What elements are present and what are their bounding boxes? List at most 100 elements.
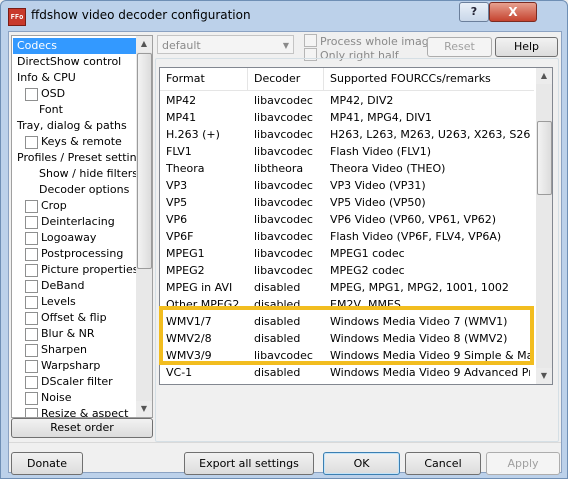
- codec-decoder-cell[interactable]: libavcodec: [254, 194, 326, 211]
- codec-remarks-cell: MPEG2 codec: [330, 264, 405, 277]
- codec-list-header: Format Decoder Supported FOURCCs/remarks: [160, 68, 534, 91]
- reset-button[interactable]: Reset: [427, 37, 492, 57]
- codec-row[interactable]: H.263 (+) libavcodec H263, L263, M263, U26…: [160, 126, 534, 143]
- reset-order-button[interactable]: Reset order: [11, 418, 153, 438]
- scroll-up-arrow-icon[interactable]: ▲: [136, 36, 152, 52]
- tree-item-checkbox[interactable]: [25, 200, 38, 213]
- codec-decoder-cell[interactable]: libavcodec: [254, 245, 326, 262]
- codec-decoder-cell[interactable]: disabled: [254, 296, 326, 313]
- codec-row[interactable]: MPEG in AVI disabled MPEG, MPG1, MPG2, 100…: [160, 279, 534, 296]
- codec-row[interactable]: WMV3/9 libavcodec Windows Media Video 9 Si…: [160, 347, 534, 364]
- tree-item-checkbox[interactable]: [25, 136, 38, 149]
- tree-item-label: DirectShow control: [17, 55, 122, 68]
- codec-decoder-cell[interactable]: disabled: [254, 313, 326, 330]
- codec-decoder-cell[interactable]: libavcodec: [254, 177, 326, 194]
- export-all-settings-button[interactable]: Export all settings: [184, 452, 314, 475]
- codec-decoder-cell[interactable]: libavcodec: [254, 109, 326, 126]
- codec-format-cell: H.263 (+): [166, 128, 220, 141]
- tree-item-checkbox[interactable]: [25, 232, 38, 245]
- preset-combo[interactable]: default ▼: [157, 35, 294, 54]
- codec-decoder-cell[interactable]: libtheora: [254, 160, 326, 177]
- apply-button[interactable]: Apply: [486, 452, 560, 475]
- tree-item-checkbox[interactable]: [25, 360, 38, 373]
- codec-decoder-cell[interactable]: libavcodec: [254, 211, 326, 228]
- scroll-up-arrow-icon[interactable]: ▲: [536, 68, 552, 84]
- tree-item-checkbox[interactable]: [25, 344, 38, 357]
- codec-remarks-cell: VP5 Video (VP50): [330, 196, 426, 209]
- tree-item-checkbox[interactable]: [25, 296, 38, 309]
- codec-decoder-cell[interactable]: libavcodec: [254, 228, 326, 245]
- codec-row[interactable]: WMV1/7 disabled Windows Media Video 7 (WMV…: [160, 313, 534, 330]
- bottom-button-bar: Donate Export all settings OK Cancel App…: [9, 442, 561, 475]
- tree-item-checkbox[interactable]: [25, 216, 38, 229]
- tree-item-label: Resize & aspect: [41, 407, 129, 418]
- codec-remarks-cell: H263, L263, M263, U263, X263, S26...: [330, 128, 530, 141]
- tree-item-checkbox[interactable]: [25, 280, 38, 293]
- tree-item[interactable]: Codecs: [13, 38, 137, 54]
- codec-format-cell: MPEG2: [166, 264, 205, 277]
- codec-decoder-cell[interactable]: libavcodec: [254, 262, 326, 279]
- codec-row[interactable]: Other MPEG2 disabled EM2V, MMES: [160, 296, 534, 313]
- codec-row[interactable]: VP6 libavcodec VP6 Video (VP60, VP61, VP62…: [160, 211, 534, 228]
- title-bar[interactable]: FFo ffdshow video decoder configuration …: [1, 1, 567, 31]
- tree-item-checkbox[interactable]: [25, 88, 38, 101]
- codec-decoder-cell[interactable]: libavcodec: [254, 143, 326, 160]
- codec-decoder-cell[interactable]: disabled: [254, 279, 326, 296]
- codec-row[interactable]: MP41 libavcodec MP41, MPG4, DIV1: [160, 109, 534, 126]
- cancel-button[interactable]: Cancel: [405, 452, 481, 475]
- codec-row[interactable]: VP3 libavcodec VP3 Video (VP31): [160, 177, 534, 194]
- scroll-down-arrow-icon[interactable]: ▼: [536, 368, 552, 384]
- codec-row[interactable]: WMV2/8 disabled Windows Media Video 8 (WMV…: [160, 330, 534, 347]
- codec-format-cell: MPEG in AVI: [166, 281, 233, 294]
- scroll-down-arrow-icon[interactable]: ▼: [136, 401, 152, 417]
- settings-tree[interactable]: Resize & aspect Noise DScaler filter Warpsh…: [11, 35, 153, 418]
- title-help-button[interactable]: ?: [459, 2, 489, 22]
- tree-item-label: Keys & remote: [41, 135, 122, 148]
- codec-row[interactable]: VP5 libavcodec VP5 Video (VP50): [160, 194, 534, 211]
- codec-row[interactable]: Theora libtheora Theora Video (THEO): [160, 160, 534, 177]
- codec-row[interactable]: MPEG2 libavcodec MPEG2 codec: [160, 262, 534, 279]
- column-header-format[interactable]: Format: [160, 68, 248, 90]
- tree-item-label: Sharpen: [41, 343, 87, 356]
- ok-button[interactable]: OK: [323, 452, 400, 475]
- codec-decoder-cell[interactable]: libavcodec: [254, 347, 326, 364]
- tree-scrollbar[interactable]: ▲ ▼: [136, 36, 152, 417]
- tree-item-checkbox[interactable]: [25, 328, 38, 341]
- tree-item-label: Logoaway: [41, 231, 97, 244]
- codec-remarks-cell: Flash Video (FLV1): [330, 145, 431, 158]
- codec-row[interactable]: FLV1 libavcodec Flash Video (FLV1): [160, 143, 534, 160]
- codec-decoder-cell[interactable]: disabled: [254, 330, 326, 347]
- list-scrollbar[interactable]: ▲ ▼: [536, 68, 552, 384]
- tree-item-label: Info & CPU: [17, 71, 76, 84]
- tree-item-checkbox[interactable]: [25, 408, 38, 417]
- tree-item-label: Decoder options: [39, 183, 130, 196]
- column-header-remarks[interactable]: Supported FOURCCs/remarks: [324, 68, 534, 90]
- tree-item-checkbox[interactable]: [25, 376, 38, 389]
- close-button[interactable]: X: [489, 2, 537, 22]
- codec-remarks-cell: MPEG1 codec: [330, 247, 405, 260]
- tree-item-checkbox[interactable]: [25, 312, 38, 325]
- codec-list[interactable]: Format Decoder Supported FOURCCs/remarks…: [159, 67, 553, 385]
- codec-decoder-cell[interactable]: libavcodec: [254, 92, 326, 109]
- help-button[interactable]: Help: [495, 37, 558, 57]
- codec-format-cell: VP5: [166, 196, 188, 209]
- tree-item-label: Crop: [41, 199, 67, 212]
- codec-format-cell: MPEG1: [166, 247, 205, 260]
- tree-scroll-thumb[interactable]: [137, 53, 152, 269]
- column-header-decoder[interactable]: Decoder: [248, 68, 324, 90]
- codec-row[interactable]: VP6F libavcodec Flash Video (VP6F, FLV4, V…: [160, 228, 534, 245]
- tree-item-checkbox[interactable]: [25, 264, 38, 277]
- codec-row[interactable]: MPEG1 libavcodec MPEG1 codec: [160, 245, 534, 262]
- donate-button[interactable]: Donate: [11, 452, 83, 475]
- tree-item-checkbox[interactable]: [25, 248, 38, 261]
- codec-row[interactable]: MP42 libavcodec MP42, DIV2: [160, 92, 534, 109]
- tree-item-checkbox[interactable]: [25, 392, 38, 405]
- codec-row[interactable]: VC-1 disabled Windows Media Video 9 Advanc…: [160, 364, 534, 381]
- codec-format-cell: VP3: [166, 179, 188, 192]
- codec-format-cell: WMV3/9: [166, 349, 212, 362]
- process-whole-image-checkbox[interactable]: Process whole image: [304, 34, 436, 49]
- list-scroll-thumb[interactable]: [537, 121, 552, 195]
- tree-item-label: Picture properties: [41, 263, 139, 276]
- codec-decoder-cell[interactable]: disabled: [254, 364, 326, 381]
- codec-decoder-cell[interactable]: libavcodec: [254, 126, 326, 143]
